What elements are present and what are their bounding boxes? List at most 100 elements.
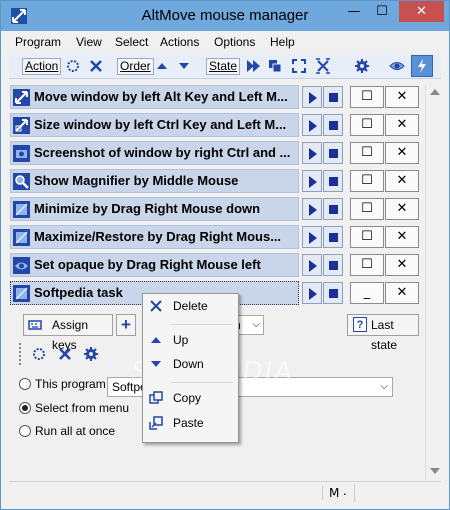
assign-keys-button[interactable]: Assign keys [23, 314, 113, 352]
restore-task-button[interactable]: ☐ [350, 226, 384, 248]
run-task-button[interactable] [302, 254, 322, 276]
run-task-button[interactable] [302, 226, 322, 248]
play-icon [309, 260, 317, 272]
window-icon [13, 201, 30, 218]
state-button[interactable]: State [206, 58, 241, 75]
stop-task-button[interactable] [323, 282, 343, 304]
menu-select[interactable]: Select [115, 35, 148, 49]
close-task-button[interactable]: ✕ [385, 198, 419, 220]
context-paste[interactable]: Paste [143, 413, 236, 433]
stop-task-button[interactable] [323, 86, 343, 108]
menu-actions[interactable]: Actions [160, 35, 199, 49]
task-row[interactable]: Minimize by Drag Right Mouse down [10, 197, 299, 221]
lightning-button[interactable] [411, 55, 433, 77]
stop-task-button[interactable] [323, 254, 343, 276]
close-task-button[interactable]: ✕ [385, 226, 419, 248]
stop-task-button[interactable] [323, 142, 343, 164]
context-copy[interactable]: Copy [143, 388, 236, 408]
restore-task-button[interactable]: ☐ [350, 114, 384, 136]
close-all-icon[interactable] [315, 58, 331, 74]
context-up-label: Up [173, 333, 189, 347]
scroll-up-icon[interactable] [430, 89, 440, 95]
run-task-button[interactable] [302, 282, 322, 304]
close-task-button[interactable]: ✕ [385, 254, 419, 276]
menu-program[interactable]: Program [15, 35, 61, 49]
title-bar[interactable]: AltMove mouse manager — ☐ ✕ [1, 1, 449, 31]
app-window: AltMove mouse manager — ☐ ✕ Program View… [0, 0, 450, 510]
task-row[interactable]: Size window by left Ctrl Key and Left M.… [10, 113, 299, 137]
restore-task-button[interactable]: ☐ [350, 254, 384, 276]
select-all-icon[interactable] [65, 58, 81, 74]
close-task-button[interactable]: ✕ [385, 114, 419, 136]
run-task-button[interactable] [302, 114, 322, 136]
menu-view[interactable]: View [76, 35, 102, 49]
close-task-button[interactable]: ✕ [385, 142, 419, 164]
vertical-scrollbar[interactable] [425, 85, 443, 480]
task-row[interactable]: Show Magnifier by Middle Mouse [10, 169, 299, 193]
task-row[interactable]: Move window by left Alt Key and Left M..… [10, 85, 299, 109]
task-row[interactable]: Screenshot of window by right Ctrl and .… [10, 141, 299, 165]
close-task-button[interactable]: ✕ [385, 86, 419, 108]
keyboard-icon [28, 320, 42, 330]
run-task-button[interactable] [302, 198, 322, 220]
stop-task-button[interactable] [323, 170, 343, 192]
restore-task-button[interactable]: ☐ [350, 86, 384, 108]
eye-icon[interactable] [389, 58, 405, 74]
stop-all-icon[interactable] [267, 58, 283, 74]
down-arrow-icon [151, 361, 161, 367]
stop-task-button[interactable] [323, 226, 343, 248]
gear-icon[interactable] [83, 346, 99, 362]
move-up-icon[interactable] [154, 58, 170, 74]
eye-icon [13, 257, 30, 274]
radio-this-program-label: This program [35, 377, 106, 391]
maximize-button[interactable]: ☐ [369, 1, 395, 22]
select-all-icon[interactable] [31, 346, 47, 362]
restore-task-button[interactable]: ☐ [350, 198, 384, 220]
minimize-task-button[interactable]: _ [350, 282, 384, 304]
task-row[interactable]: Maximize/Restore by Drag Right Mous... [10, 225, 299, 249]
task-label: Size window by left Ctrl Key and Left M.… [34, 117, 287, 132]
context-down[interactable]: Down [143, 354, 236, 374]
move-down-icon[interactable] [176, 58, 192, 74]
close-button[interactable]: ✕ [399, 1, 444, 22]
last-state-button[interactable]: ? Last state [347, 314, 419, 352]
stop-icon [329, 121, 338, 130]
run-task-button[interactable] [302, 170, 322, 192]
action-button[interactable]: Action [22, 58, 62, 75]
window-icon [13, 229, 30, 246]
task-toolbar [19, 343, 109, 365]
restore-task-button[interactable]: ☐ [350, 142, 384, 164]
lightning-icon [418, 59, 426, 73]
stop-icon [329, 149, 338, 158]
menu-options[interactable]: Options [214, 35, 255, 49]
task-row[interactable]: Set opaque by Drag Right Mouse left [10, 253, 299, 277]
question-icon: ? [353, 317, 367, 332]
stop-task-button[interactable] [323, 198, 343, 220]
radio-run-all[interactable] [19, 425, 31, 437]
radio-select-from-menu[interactable] [19, 402, 31, 414]
status-extra: . [343, 484, 347, 498]
run-task-button[interactable] [302, 86, 322, 108]
play-icon [309, 204, 317, 216]
scroll-down-icon[interactable] [430, 468, 440, 474]
radio-this-program[interactable] [19, 378, 31, 390]
close-task-button[interactable]: ✕ [385, 282, 419, 304]
move-icon [13, 89, 30, 106]
run-task-button[interactable] [302, 142, 322, 164]
menu-help[interactable]: Help [270, 35, 295, 49]
minimize-button[interactable]: — [341, 1, 367, 22]
resize-icon [13, 117, 30, 134]
run-all-icon[interactable] [245, 58, 261, 74]
stop-task-button[interactable] [323, 114, 343, 136]
add-button[interactable]: + [116, 314, 136, 336]
deselect-icon[interactable] [88, 58, 104, 74]
restore-task-button[interactable]: ☐ [350, 170, 384, 192]
restore-all-icon[interactable] [291, 58, 307, 74]
close-task-button[interactable]: ✕ [385, 170, 419, 192]
order-button[interactable]: Order [117, 58, 154, 75]
context-up[interactable]: Up [143, 330, 236, 350]
context-copy-label: Copy [173, 391, 202, 405]
settings-gear-icon[interactable] [354, 58, 370, 74]
context-delete[interactable]: Delete [143, 296, 236, 316]
deselect-icon[interactable] [57, 346, 73, 362]
